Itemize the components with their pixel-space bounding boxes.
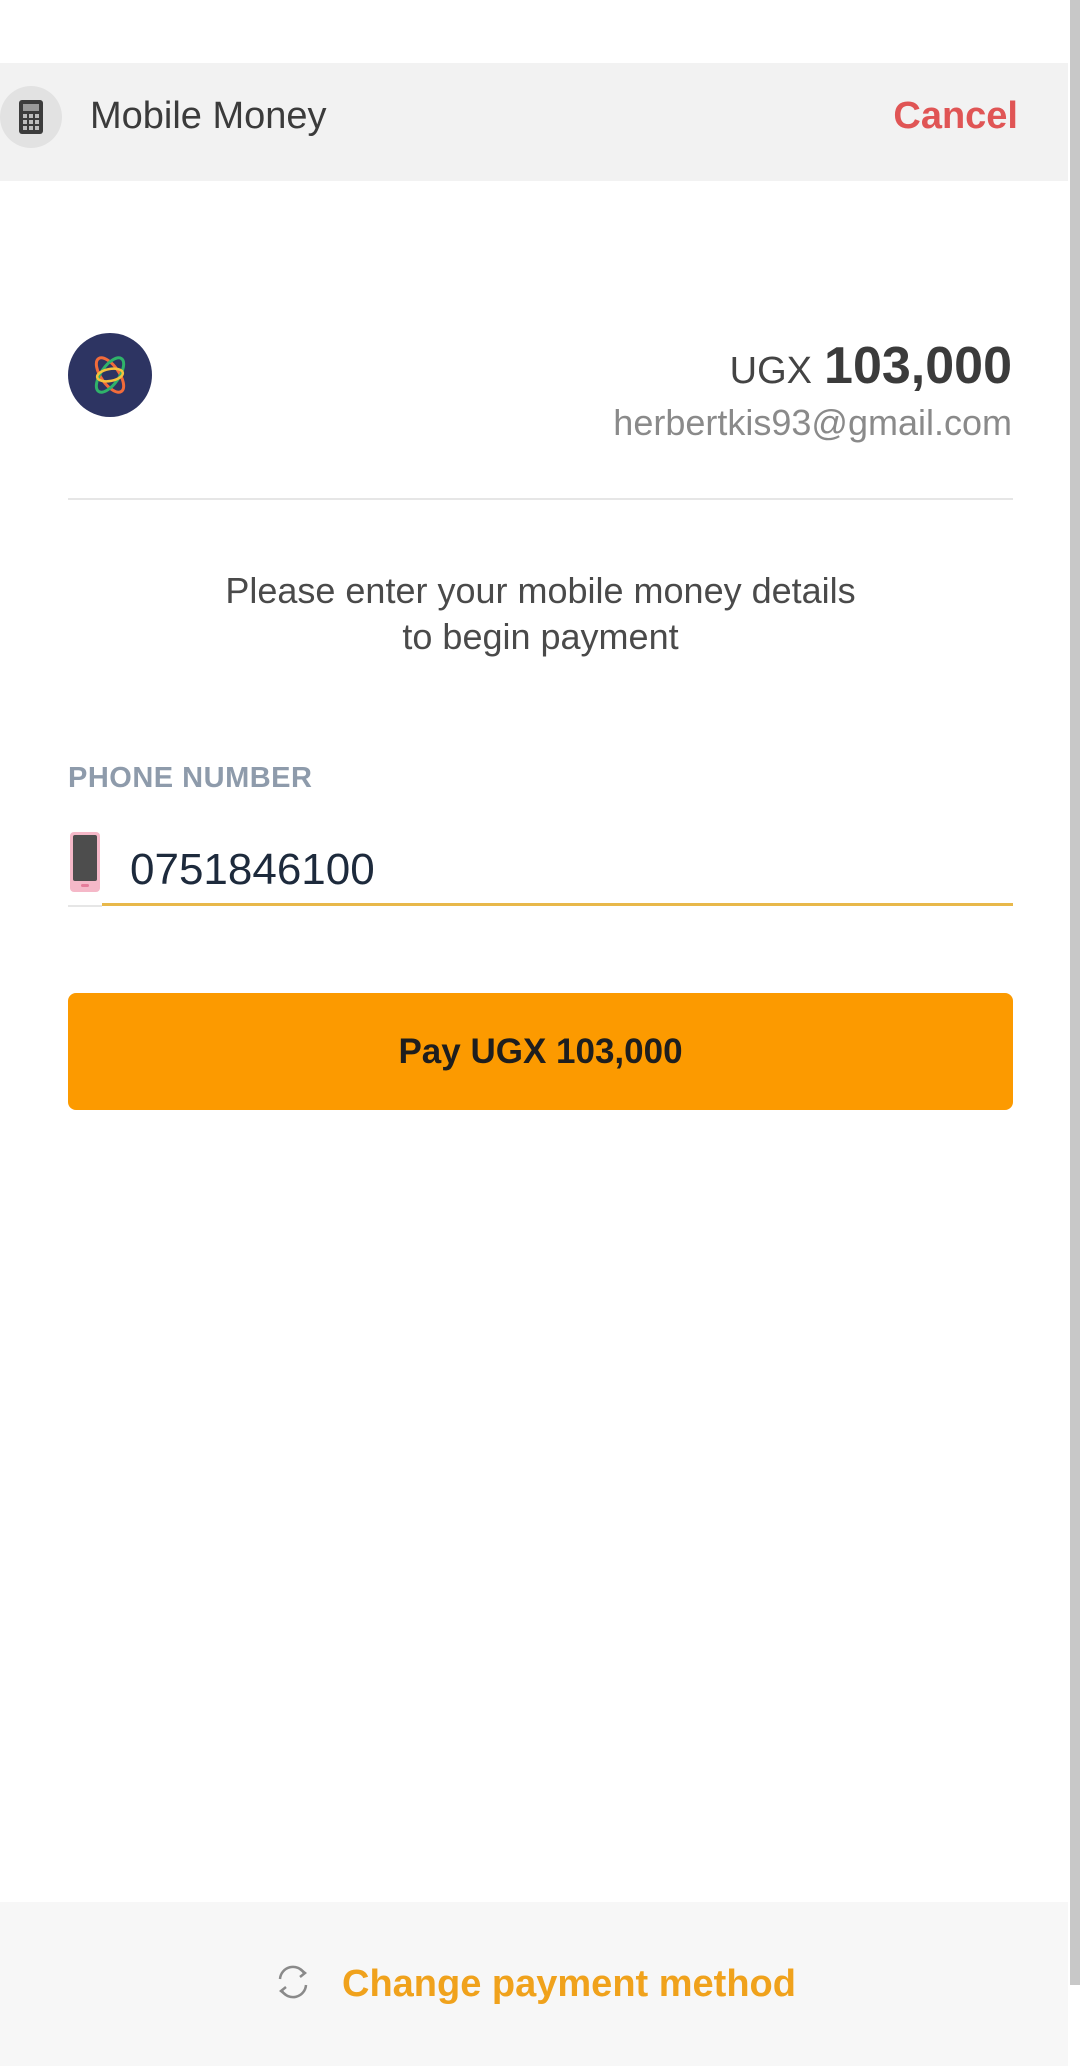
phone-number-label: PHONE NUMBER: [68, 762, 313, 794]
payment-page: Mobile Money Cancel UGX 103,000 herbertk…: [0, 0, 1080, 2066]
phone-number-field: [68, 826, 1013, 908]
payment-amount: UGX 103,000: [730, 336, 1012, 396]
instructions-text: Please enter your mobile money details t…: [68, 568, 1013, 660]
mobile-phone-icon: [70, 832, 100, 892]
scrollbar[interactable]: [1070, 0, 1080, 1985]
orbit-logo-icon: [68, 333, 152, 417]
change-payment-method-label: Change payment method: [342, 1962, 796, 2005]
divider: [68, 498, 1013, 500]
instructions-line-2: to begin payment: [402, 616, 679, 657]
page-title: Mobile Money: [90, 95, 327, 137]
header-bar: Mobile Money Cancel: [0, 63, 1068, 181]
cancel-button[interactable]: Cancel: [893, 95, 1018, 138]
refresh-icon: [272, 1961, 314, 2008]
pay-button[interactable]: Pay UGX 103,000: [68, 993, 1013, 1110]
change-payment-method-button[interactable]: Change payment method: [0, 1902, 1068, 2066]
amount-currency: UGX: [729, 350, 813, 392]
phone-number-input[interactable]: [102, 826, 1013, 906]
amount-value: 103,000: [824, 337, 1012, 395]
footer-bar: Change payment method: [0, 1902, 1068, 2066]
customer-email: herbertkis93@gmail.com: [613, 402, 1012, 443]
instructions-line-1: Please enter your mobile money details: [225, 570, 856, 611]
calculator-icon: [0, 86, 62, 148]
phone-icon-underline: [68, 905, 102, 907]
